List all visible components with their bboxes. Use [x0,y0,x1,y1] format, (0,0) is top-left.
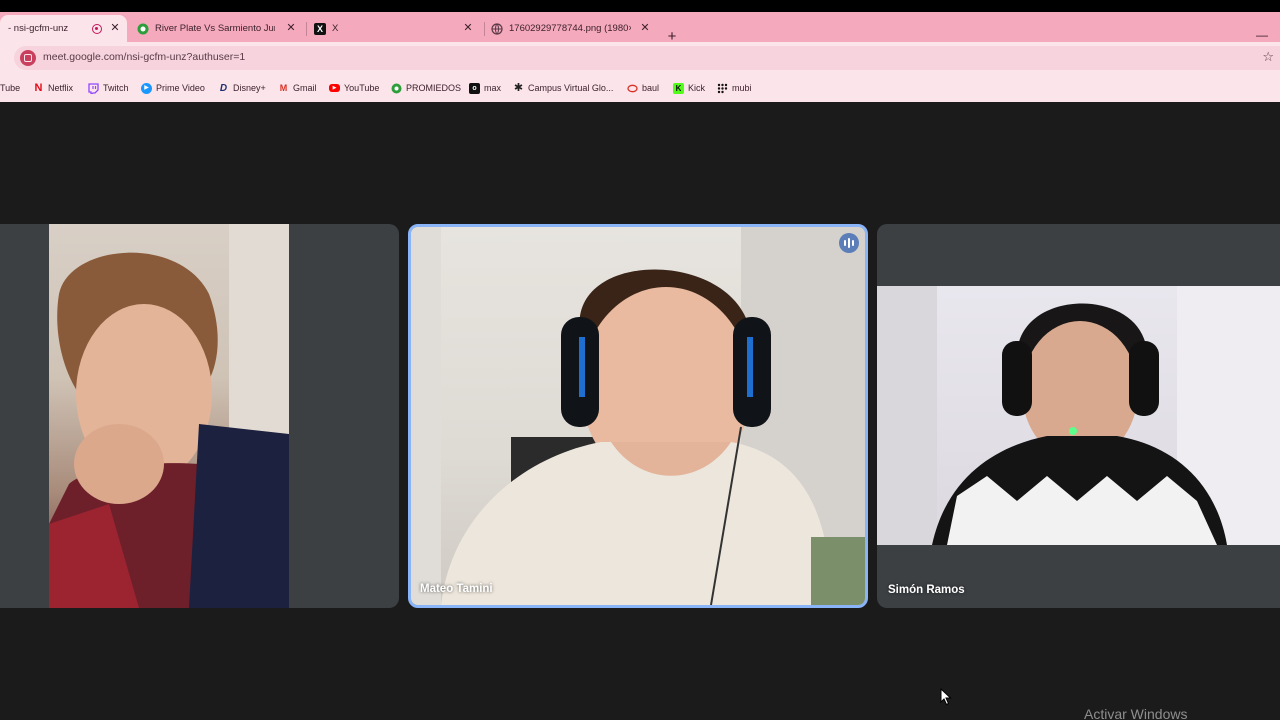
close-tab-button[interactable]: ✕ [462,22,474,34]
bookmark-label: Prime Video [156,83,205,93]
tab-title: 17602929778744.png (1980×1... [509,23,631,34]
close-tab-button[interactable]: ✕ [285,22,297,34]
speaking-indicator-icon [839,233,859,253]
max-icon: o [469,82,480,94]
tab-meet[interactable]: - nsi-gcfm-unz ✕ [0,15,127,42]
participant-name: Simón Ramos [888,584,965,596]
site-info-icon[interactable] [20,50,36,66]
meet-call-area: Mateo Tamini Simón Ramos [0,102,1280,720]
x-logo-icon: X [314,22,326,35]
star-burst-icon: ✱ [513,81,524,94]
bookmark-label: max [484,83,502,93]
address-bar[interactable]: meet.google.com/nsi-gcfm-unz?authuser=1 … [14,46,1280,70]
bookmark-disney[interactable]: D Disney+ [218,80,266,96]
participant-video [49,224,289,608]
bookmark-label: YouTube [344,83,380,93]
bookmark-label: Twitch [103,83,129,93]
netflix-icon: N [34,81,43,94]
tab-strip: - nsi-gcfm-unz ✕ River Plate Vs Sarmient… [0,12,1280,45]
screen-top-edge [0,0,1280,12]
windows-activation-watermark: Activar Windows [1084,706,1188,720]
ball-icon [391,83,402,94]
bookmark-promiedos[interactable]: PROMIEDOS [391,80,461,96]
participant-tile-speaking[interactable]: Mateo Tamini [408,224,868,608]
participant-tile[interactable] [0,224,399,608]
bookmark-label: Kick [688,83,706,93]
tab-title: River Plate Vs Sarmiento Junín [155,23,275,34]
participant-video [411,227,865,605]
bookmark-label: PROMIEDOS [406,83,462,93]
bookmark-label: Gmail [293,83,317,93]
bookmark-label: Campus Virtual Glo... [528,83,614,93]
recording-icon [92,24,102,34]
tab-x[interactable]: X X ✕ [314,15,480,42]
tab-separator [484,22,485,36]
tab-river-plate[interactable]: River Plate Vs Sarmiento Junín ✕ [137,15,303,42]
bookmark-tube[interactable]: Tube [0,80,20,96]
bookmarks-bar: Tube N Netflix Twitch ▶ Prime Video D Di… [0,74,1280,102]
dots-icon [717,83,728,94]
url-text[interactable]: meet.google.com/nsi-gcfm-unz?authuser=1 [43,51,245,63]
tab-image[interactable]: 17602929778744.png (1980×1... ✕ [491,15,657,42]
browser-toolbar: meet.google.com/nsi-gcfm-unz?authuser=1 … [0,42,1280,74]
bookmark-campus-virtual[interactable]: ✱ Campus Virtual Glo... [513,80,613,96]
bookmark-baul[interactable]: baul [627,80,659,96]
bookmark-netflix[interactable]: N Netflix [33,80,74,96]
close-tab-button[interactable]: ✕ [639,22,651,34]
youtube-icon: ▶ [329,84,340,92]
gmail-icon: M [279,82,288,93]
globe-green-icon [137,23,149,35]
participant-tile[interactable]: Simón Ramos [877,224,1280,608]
twitch-icon [88,82,99,94]
kick-icon: K [673,82,684,94]
bookmark-label: Disney+ [233,83,266,93]
bookmark-prime-video[interactable]: ▶ Prime Video [141,80,205,96]
bookmark-gmail[interactable]: M Gmail [278,80,317,96]
bookmark-twitch[interactable]: Twitch [88,80,129,96]
bookmark-max[interactable]: o max [469,80,501,96]
tab-separator [306,22,307,36]
participant-name: Mateo Tamini [420,583,493,595]
bookmark-label: Netflix [48,83,74,93]
bookmark-label: mubi [732,83,752,93]
disney-icon: D [219,82,228,94]
bookmark-label: baul [642,83,660,93]
play-icon: ▶ [141,82,152,94]
mouse-pointer-icon [940,687,952,711]
close-tab-button[interactable]: ✕ [109,22,121,34]
bookmark-youtube[interactable]: ▶ YouTube [329,80,379,96]
bookmark-label: Tube [0,83,21,93]
bookmark-mubi[interactable]: mubi [717,80,752,96]
tab-title: X [332,23,339,34]
cloud-icon [627,83,638,94]
bookmark-star-icon[interactable]: ☆ [1262,49,1274,65]
participant-video [877,286,1280,545]
bookmark-kick[interactable]: K Kick [673,80,705,96]
globe-icon [491,22,503,35]
